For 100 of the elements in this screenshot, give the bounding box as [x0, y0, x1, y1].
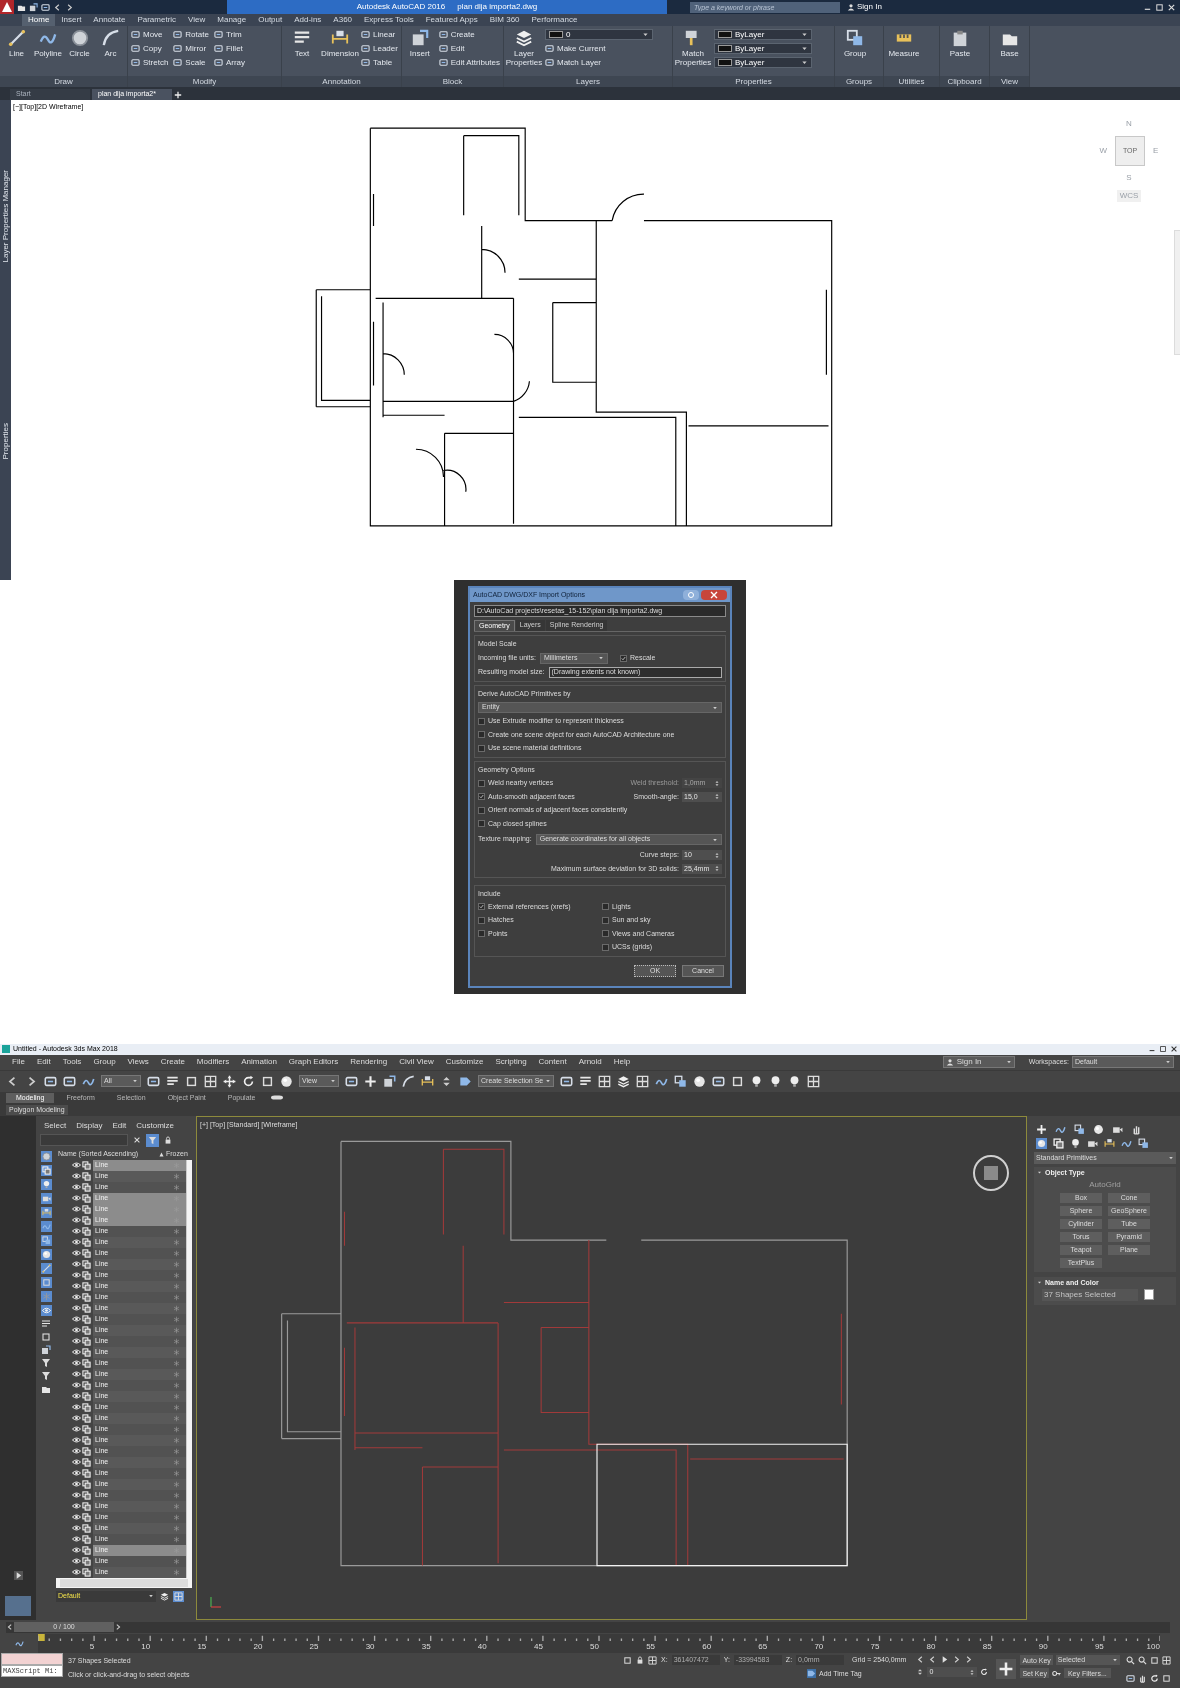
menu-item[interactable]: Tools [56, 1056, 88, 1069]
viewport-layout-tab[interactable] [5, 1596, 31, 1617]
rectangle-select-icon[interactable] [185, 1074, 198, 1088]
visibility-eye-icon[interactable] [72, 1568, 81, 1577]
layer-manager-icon[interactable] [173, 1590, 184, 1602]
menu-item[interactable]: Animation [235, 1056, 283, 1069]
visibility-eye-icon[interactable] [72, 1315, 81, 1324]
frozen-toggle[interactable] [166, 1291, 186, 1303]
menu-item[interactable]: Scripting [489, 1056, 533, 1069]
menu-item[interactable]: Modifiers [190, 1056, 236, 1069]
frozen-toggle[interactable] [166, 1566, 186, 1578]
checkbox[interactable] [478, 903, 485, 911]
frozen-toggle[interactable] [166, 1335, 186, 1347]
orbit-icon[interactable] [1149, 1673, 1159, 1683]
ribbon-tab[interactable]: Output [252, 14, 289, 26]
align-icon[interactable] [579, 1074, 592, 1088]
frozen-toggle[interactable] [166, 1478, 186, 1490]
filter-toggle-icon[interactable] [40, 1192, 52, 1204]
filter-toggle-icon[interactable] [40, 1220, 52, 1232]
checkbox[interactable] [602, 930, 609, 938]
frozen-toggle[interactable] [166, 1500, 186, 1512]
ribbon-tab[interactable]: Parametric [131, 14, 183, 26]
visibility-eye-icon[interactable] [72, 1348, 81, 1357]
explorer-tool-icon[interactable] [41, 1331, 51, 1342]
visibility-eye-icon[interactable] [72, 1513, 81, 1522]
explorer-tool-icon[interactable] [41, 1344, 51, 1355]
maxscript-listener-field[interactable] [1, 1653, 63, 1666]
ribbon-button[interactable]: Edit Attributes [438, 57, 500, 68]
filter-icon[interactable] [146, 1133, 159, 1147]
visibility-eye-icon[interactable] [72, 1249, 81, 1258]
visibility-eye-icon[interactable] [72, 1535, 81, 1544]
filter-toggle-icon[interactable] [40, 1304, 52, 1316]
ribbon-button[interactable]: Base [993, 29, 1026, 58]
move-icon[interactable] [223, 1074, 236, 1088]
filter-toggle-icon[interactable] [40, 1248, 52, 1260]
ribbon-button[interactable]: Trim [213, 29, 246, 40]
visibility-eye-icon[interactable] [72, 1425, 81, 1434]
panel-title[interactable]: Clipboard [940, 76, 989, 87]
visibility-eye-icon[interactable] [72, 1447, 81, 1456]
grid-icon[interactable] [807, 1074, 820, 1088]
checkbox[interactable] [478, 744, 485, 752]
frozen-toggle[interactable] [166, 1181, 186, 1193]
panel-title[interactable]: Draw [0, 76, 127, 87]
filter-toggle-icon[interactable] [40, 1262, 52, 1274]
menu-item[interactable]: Arnold [572, 1056, 608, 1069]
panel-title[interactable]: Modify [128, 76, 281, 87]
menu-item[interactable]: Select [44, 1119, 67, 1132]
add-tab-icon[interactable] [174, 91, 182, 99]
dropdown[interactable]: ByLayer [714, 43, 812, 54]
visibility-eye-icon[interactable] [72, 1370, 81, 1379]
ribbon-button[interactable]: Create [438, 29, 500, 40]
visibility-eye-icon[interactable] [72, 1414, 81, 1423]
frozen-toggle[interactable] [166, 1555, 186, 1567]
ribbon-button[interactable]: Match Layer [545, 57, 653, 68]
filter-toggle-icon[interactable] [40, 1206, 52, 1218]
menu-item[interactable]: Customize [136, 1119, 175, 1132]
ribbon-tab[interactable]: Annotate [87, 14, 132, 26]
ribbon-button[interactable]: Insert [405, 29, 435, 58]
filter-toggle-icon[interactable] [40, 1234, 52, 1246]
close-icon[interactable] [1170, 1045, 1178, 1054]
scale-icon[interactable] [261, 1074, 274, 1088]
ribbon-button[interactable]: Measure [887, 29, 921, 58]
visibility-eye-icon[interactable] [72, 1458, 81, 1467]
ribbon-button[interactable]: Table [361, 57, 398, 68]
visibility-eye-icon[interactable] [72, 1205, 81, 1214]
visibility-eye-icon[interactable] [72, 1337, 81, 1346]
redo-icon[interactable] [65, 2, 74, 12]
ribbon-tab[interactable]: Featured Apps [419, 14, 484, 26]
panel-title[interactable]: Properties [673, 76, 834, 87]
ribbon-button[interactable]: Copy [131, 43, 169, 54]
ribbon-button[interactable]: Fillet [213, 43, 246, 54]
ribbon-tab[interactable]: Performance [525, 14, 584, 26]
zoom-icon[interactable] [1125, 1656, 1135, 1666]
ribbon-button[interactable]: Stretch [131, 57, 169, 68]
frozen-toggle[interactable] [166, 1489, 186, 1501]
vertical-scrollbar[interactable] [186, 1159, 192, 1578]
ribbon-button[interactable]: Circle [66, 29, 93, 58]
visibility-eye-icon[interactable] [72, 1392, 81, 1401]
visibility-eye-icon[interactable] [72, 1238, 81, 1247]
frozen-toggle[interactable] [166, 1324, 186, 1336]
ribbon-button[interactable]: Array [213, 57, 246, 68]
layers-icon[interactable] [160, 1591, 169, 1601]
frozen-toggle[interactable] [166, 1423, 186, 1435]
toggle-icon[interactable] [271, 1094, 284, 1102]
frozen-toggle[interactable] [166, 1401, 186, 1413]
visibility-eye-icon[interactable] [72, 1326, 81, 1335]
visibility-eye-icon[interactable] [72, 1491, 81, 1500]
timeline-ruler[interactable] [38, 1634, 1160, 1642]
ribbon-tab[interactable]: Home [22, 14, 56, 26]
panel-title[interactable]: Annotation [282, 76, 401, 87]
frozen-toggle[interactable] [166, 1544, 186, 1556]
frozen-toggle[interactable] [166, 1258, 186, 1270]
frozen-toggle[interactable] [166, 1456, 186, 1468]
ribbon-tab[interactable]: Express Tools [358, 14, 420, 26]
lock-icon[interactable] [636, 1656, 644, 1665]
frozen-toggle[interactable] [166, 1302, 186, 1314]
panel-title[interactable]: Groups [835, 76, 883, 87]
rotate-icon[interactable] [242, 1074, 255, 1088]
ribbon-button[interactable]: Polyline [34, 29, 62, 58]
checkbox[interactable] [478, 793, 485, 801]
